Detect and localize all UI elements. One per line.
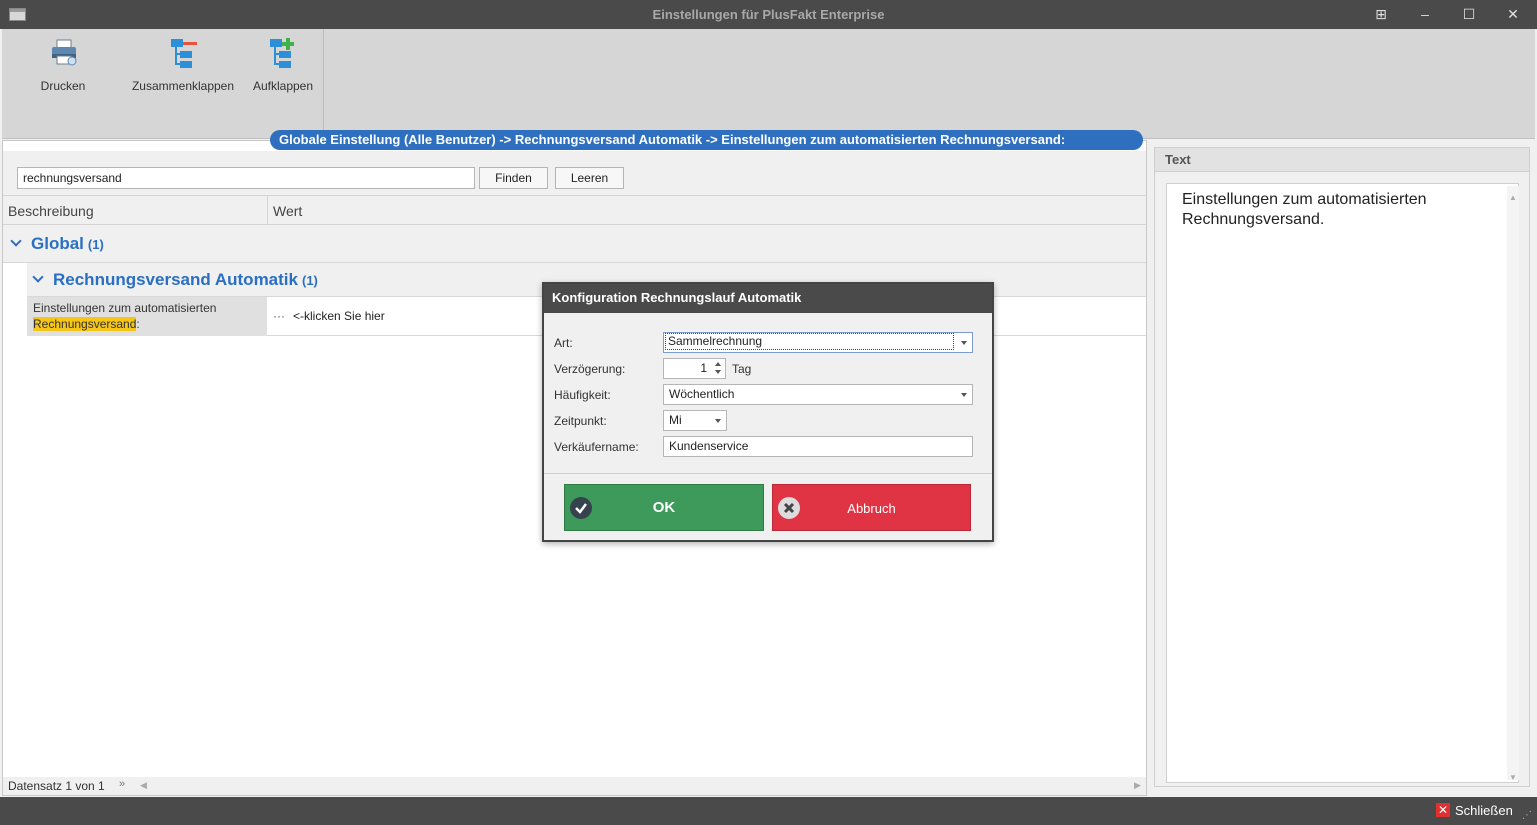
expand-label: Aufklappen bbox=[252, 79, 314, 93]
breadcrumb: Globale Einstellung (Alle Benutzer) -> R… bbox=[270, 130, 1143, 150]
group-row-global[interactable]: Global (1) bbox=[3, 225, 1146, 263]
resize-grip-icon[interactable]: ⋰ bbox=[1522, 810, 1532, 821]
scroll-up-icon[interactable]: ▲ bbox=[1509, 188, 1517, 208]
close-icon: ✕ bbox=[1436, 803, 1450, 817]
grid-navigator: Datensatz 1 von 1 » ◀ ▶ bbox=[3, 777, 1146, 795]
row-value-text[interactable]: <-klicken Sie hier bbox=[293, 309, 385, 323]
maximize-button[interactable]: ☐ bbox=[1447, 0, 1491, 29]
spin-buttons[interactable] bbox=[712, 360, 724, 377]
grid-column-header: Beschreibung Wert bbox=[3, 195, 1146, 225]
find-button[interactable]: Finden bbox=[479, 167, 548, 189]
delay-stepper[interactable]: 1 bbox=[663, 358, 726, 379]
record-status: Datensatz 1 von 1 bbox=[8, 779, 105, 793]
search-strip: Finden Leeren bbox=[3, 151, 1146, 195]
ellipsis-button[interactable]: ··· bbox=[273, 309, 285, 323]
close-label: Schließen bbox=[1455, 803, 1513, 818]
collapse-label: Zusammenklappen bbox=[131, 79, 235, 93]
seller-input[interactable]: Kundenservice bbox=[663, 436, 973, 457]
row-description: Einstellungen zum automatisierten Rechnu… bbox=[27, 297, 267, 336]
close-window-button[interactable]: ✕ bbox=[1491, 0, 1535, 29]
expand-button[interactable]: Aufklappen bbox=[250, 29, 316, 99]
restore-layout-icon[interactable]: ⊞ bbox=[1359, 0, 1403, 29]
group-count: (1) bbox=[301, 273, 318, 288]
config-dialog: Konfiguration Rechnungslauf Automatik Ar… bbox=[542, 282, 994, 542]
delay-unit: Tag bbox=[732, 362, 752, 376]
dialog-footer: OK Abbruch bbox=[544, 473, 992, 540]
text-panel-content[interactable]: Einstellungen zum automatisierten Rechnu… bbox=[1166, 183, 1519, 783]
chevron-down-icon[interactable] bbox=[32, 271, 44, 283]
title-bar: Einstellungen für PlusFakt Enterprise ⊞ … bbox=[0, 0, 1537, 29]
ok-label: OK bbox=[652, 499, 676, 516]
chevron-down-icon[interactable] bbox=[961, 341, 967, 345]
frequency-select[interactable]: Wöchentlich bbox=[663, 384, 973, 405]
expand-tree-icon bbox=[270, 38, 294, 68]
text-panel: Text Einstellungen zum automatisierten R… bbox=[1154, 147, 1530, 787]
frequency-label: Häufigkeit: bbox=[554, 388, 611, 402]
status-bar: ✕ Schließen bbox=[0, 797, 1537, 825]
chevron-down-icon[interactable] bbox=[961, 393, 967, 397]
ribbon-toolbar: Drucken Zusammenklappen Aufklappen bbox=[2, 29, 1535, 139]
clear-button[interactable]: Leeren bbox=[555, 167, 624, 189]
print-label: Drucken bbox=[40, 79, 86, 93]
collapse-button[interactable]: Zusammenklappen bbox=[130, 29, 236, 99]
dialog-title: Konfiguration Rechnungslauf Automatik bbox=[544, 284, 992, 313]
art-select[interactable]: Sammelrechnung bbox=[663, 332, 973, 353]
vertical-scrollbar[interactable]: ▲ ▼ bbox=[1507, 186, 1519, 782]
scroll-left-icon[interactable]: ◀ bbox=[140, 780, 147, 791]
ribbon-group: Drucken Zusammenklappen Aufklappen bbox=[2, 29, 324, 139]
time-select[interactable]: Mi bbox=[663, 410, 727, 431]
column-description[interactable]: Beschreibung bbox=[8, 203, 94, 219]
group-count: (1) bbox=[87, 237, 104, 252]
next-record-icon[interactable]: » bbox=[119, 778, 125, 790]
chevron-down-icon[interactable] bbox=[715, 419, 721, 423]
text-panel-header: Text bbox=[1155, 148, 1529, 172]
close-button[interactable]: ✕ Schließen bbox=[1436, 803, 1513, 819]
printer-icon bbox=[52, 39, 77, 66]
cancel-label: Abbruch bbox=[847, 501, 896, 516]
scroll-down-icon[interactable]: ▼ bbox=[1509, 768, 1517, 788]
search-input[interactable] bbox=[17, 167, 475, 189]
search-highlight: Rechnungsversand bbox=[33, 317, 137, 331]
column-value[interactable]: Wert bbox=[273, 203, 302, 219]
chevron-down-icon[interactable] bbox=[10, 235, 22, 247]
cancel-button[interactable]: Abbruch bbox=[772, 484, 971, 531]
scroll-right-icon[interactable]: ▶ bbox=[1134, 780, 1141, 791]
art-label: Art: bbox=[554, 336, 573, 350]
time-label: Zeitpunkt: bbox=[554, 414, 607, 428]
minimize-button[interactable]: – bbox=[1403, 0, 1447, 29]
group-label: Global bbox=[31, 234, 84, 253]
row-value[interactable]: ··· <-klicken Sie hier bbox=[273, 309, 385, 323]
collapse-tree-icon bbox=[171, 39, 197, 68]
window-title: Einstellungen für PlusFakt Enterprise bbox=[652, 7, 885, 22]
column-separator[interactable] bbox=[267, 196, 268, 224]
ok-button[interactable]: OK bbox=[564, 484, 764, 531]
group-label: Rechnungsversand Automatik bbox=[53, 270, 298, 289]
print-button[interactable]: Drucken bbox=[32, 29, 94, 99]
delay-label: Verzögerung: bbox=[554, 362, 626, 376]
seller-label: Verkäufername: bbox=[554, 440, 639, 454]
